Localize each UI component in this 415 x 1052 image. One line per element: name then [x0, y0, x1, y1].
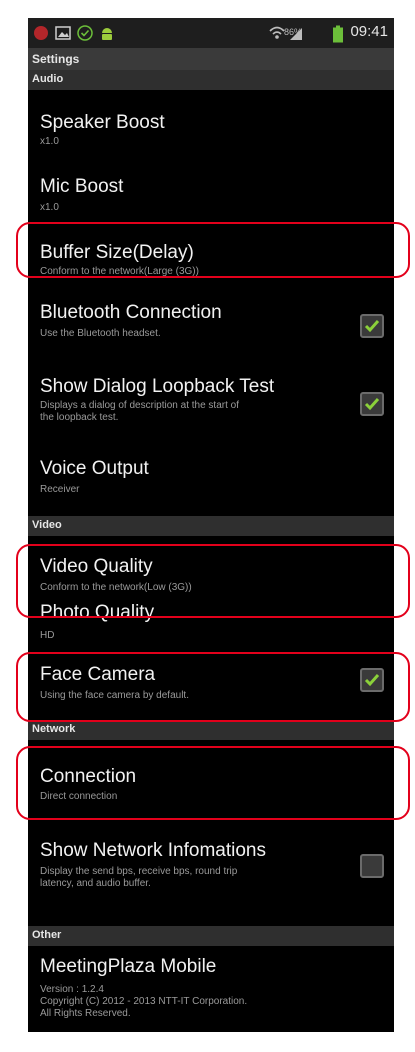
- title-bar: Settings: [28, 48, 394, 70]
- setting-video-quality[interactable]: Video Quality Conform to the network(Low…: [28, 536, 394, 598]
- setting-summary: Using the face camera by default.: [40, 690, 189, 701]
- setting-bluetooth-connection[interactable]: Bluetooth Connection Use the Bluetooth h…: [28, 278, 394, 350]
- setting-summary: HD: [40, 630, 55, 641]
- checkmark-icon: [364, 320, 380, 333]
- setting-summary: Receiver: [40, 484, 80, 495]
- setting-buffer-size[interactable]: Buffer Size(Delay) Conform to the networ…: [28, 222, 394, 278]
- setting-summary-line-2: the loopback test.: [40, 412, 119, 423]
- setting-show-network-infomations[interactable]: Show Network Infomations Display the sen…: [28, 802, 394, 896]
- section-label: Other: [32, 929, 62, 941]
- app-notification-icon: [34, 26, 48, 40]
- setting-title: Buffer Size(Delay): [40, 242, 194, 263]
- image-icon: [55, 26, 71, 40]
- loopback-test-checkbox[interactable]: [360, 392, 384, 416]
- checkmark-icon: [364, 398, 380, 411]
- section-header-video: Video: [28, 516, 394, 536]
- section-header-audio: Audio: [28, 70, 394, 90]
- setting-summary: Use the Bluetooth headset.: [40, 328, 161, 339]
- status-bar: 86% 09:41: [28, 18, 394, 48]
- setting-voice-output[interactable]: Voice Output Receiver: [28, 436, 394, 508]
- setting-photo-quality[interactable]: Photo Quality HD: [28, 598, 394, 660]
- setting-title: Bluetooth Connection: [40, 302, 222, 323]
- page-title: Settings: [32, 52, 80, 66]
- setting-title: Mic Boost: [40, 176, 124, 197]
- setting-face-camera[interactable]: Face Camera Using the face camera by def…: [28, 660, 394, 720]
- setting-show-dialog-loopback-test[interactable]: Show Dialog Loopback Test Displays a dia…: [28, 350, 394, 436]
- app-copyright: Copyright (C) 2012 - 2013 NTT-IT Corpora…: [40, 996, 248, 1007]
- setting-summary-line-2: latency, and audio buffer.: [40, 878, 151, 889]
- setting-title: Show Network Infomations: [40, 840, 266, 861]
- section-header-network: Network: [28, 720, 394, 740]
- setting-title: Face Camera: [40, 664, 156, 685]
- setting-connection[interactable]: Connection Direct connection: [28, 740, 394, 802]
- setting-summary: Conform to the network(Low (3G)): [40, 582, 192, 593]
- face-camera-checkbox[interactable]: [360, 668, 384, 692]
- setting-summary-line-1: Display the send bps, receive bps, round…: [40, 866, 238, 877]
- app-rights: All Rights Reserved.: [40, 1008, 131, 1019]
- setting-title: Photo Quality: [40, 602, 155, 623]
- checkmark-icon: [364, 674, 380, 687]
- setting-summary: Conform to the network(Large (3G)): [40, 266, 199, 277]
- battery-percent: 86%: [283, 27, 302, 37]
- bluetooth-checkbox[interactable]: [360, 314, 384, 338]
- setting-speaker-boost[interactable]: Speaker Boost x1.0: [28, 90, 394, 152]
- clock: 09:41: [350, 23, 388, 40]
- setting-title: Show Dialog Loopback Test: [40, 376, 275, 397]
- section-label: Network: [32, 723, 76, 735]
- setting-title: Speaker Boost: [40, 112, 165, 133]
- setting-title: Connection: [40, 766, 137, 787]
- setting-title: Voice Output: [40, 458, 149, 479]
- setting-summary-line-1: Displays a dialog of description at the …: [40, 400, 239, 411]
- about-app[interactable]: MeetingPlaza Mobile Version : 1.2.4 Copy…: [28, 946, 394, 1032]
- battery-icon: [333, 25, 343, 43]
- setting-summary: x1.0: [40, 202, 59, 213]
- section-label: Audio: [32, 73, 64, 85]
- setting-title: Video Quality: [40, 556, 153, 577]
- app-name: MeetingPlaza Mobile: [40, 956, 217, 977]
- section-header-other: Other: [28, 926, 394, 946]
- network-info-checkbox[interactable]: [360, 854, 384, 878]
- check-circle-icon: [77, 25, 93, 41]
- android-icon: [102, 28, 112, 40]
- setting-summary: x1.0: [40, 136, 59, 147]
- phone-screen: 86% 09:41 Settings Audio Speaker Boost x…: [28, 18, 394, 1032]
- setting-mic-boost[interactable]: Mic Boost x1.0: [28, 152, 394, 222]
- section-label: Video: [32, 519, 62, 531]
- app-version: Version : 1.2.4: [40, 984, 104, 995]
